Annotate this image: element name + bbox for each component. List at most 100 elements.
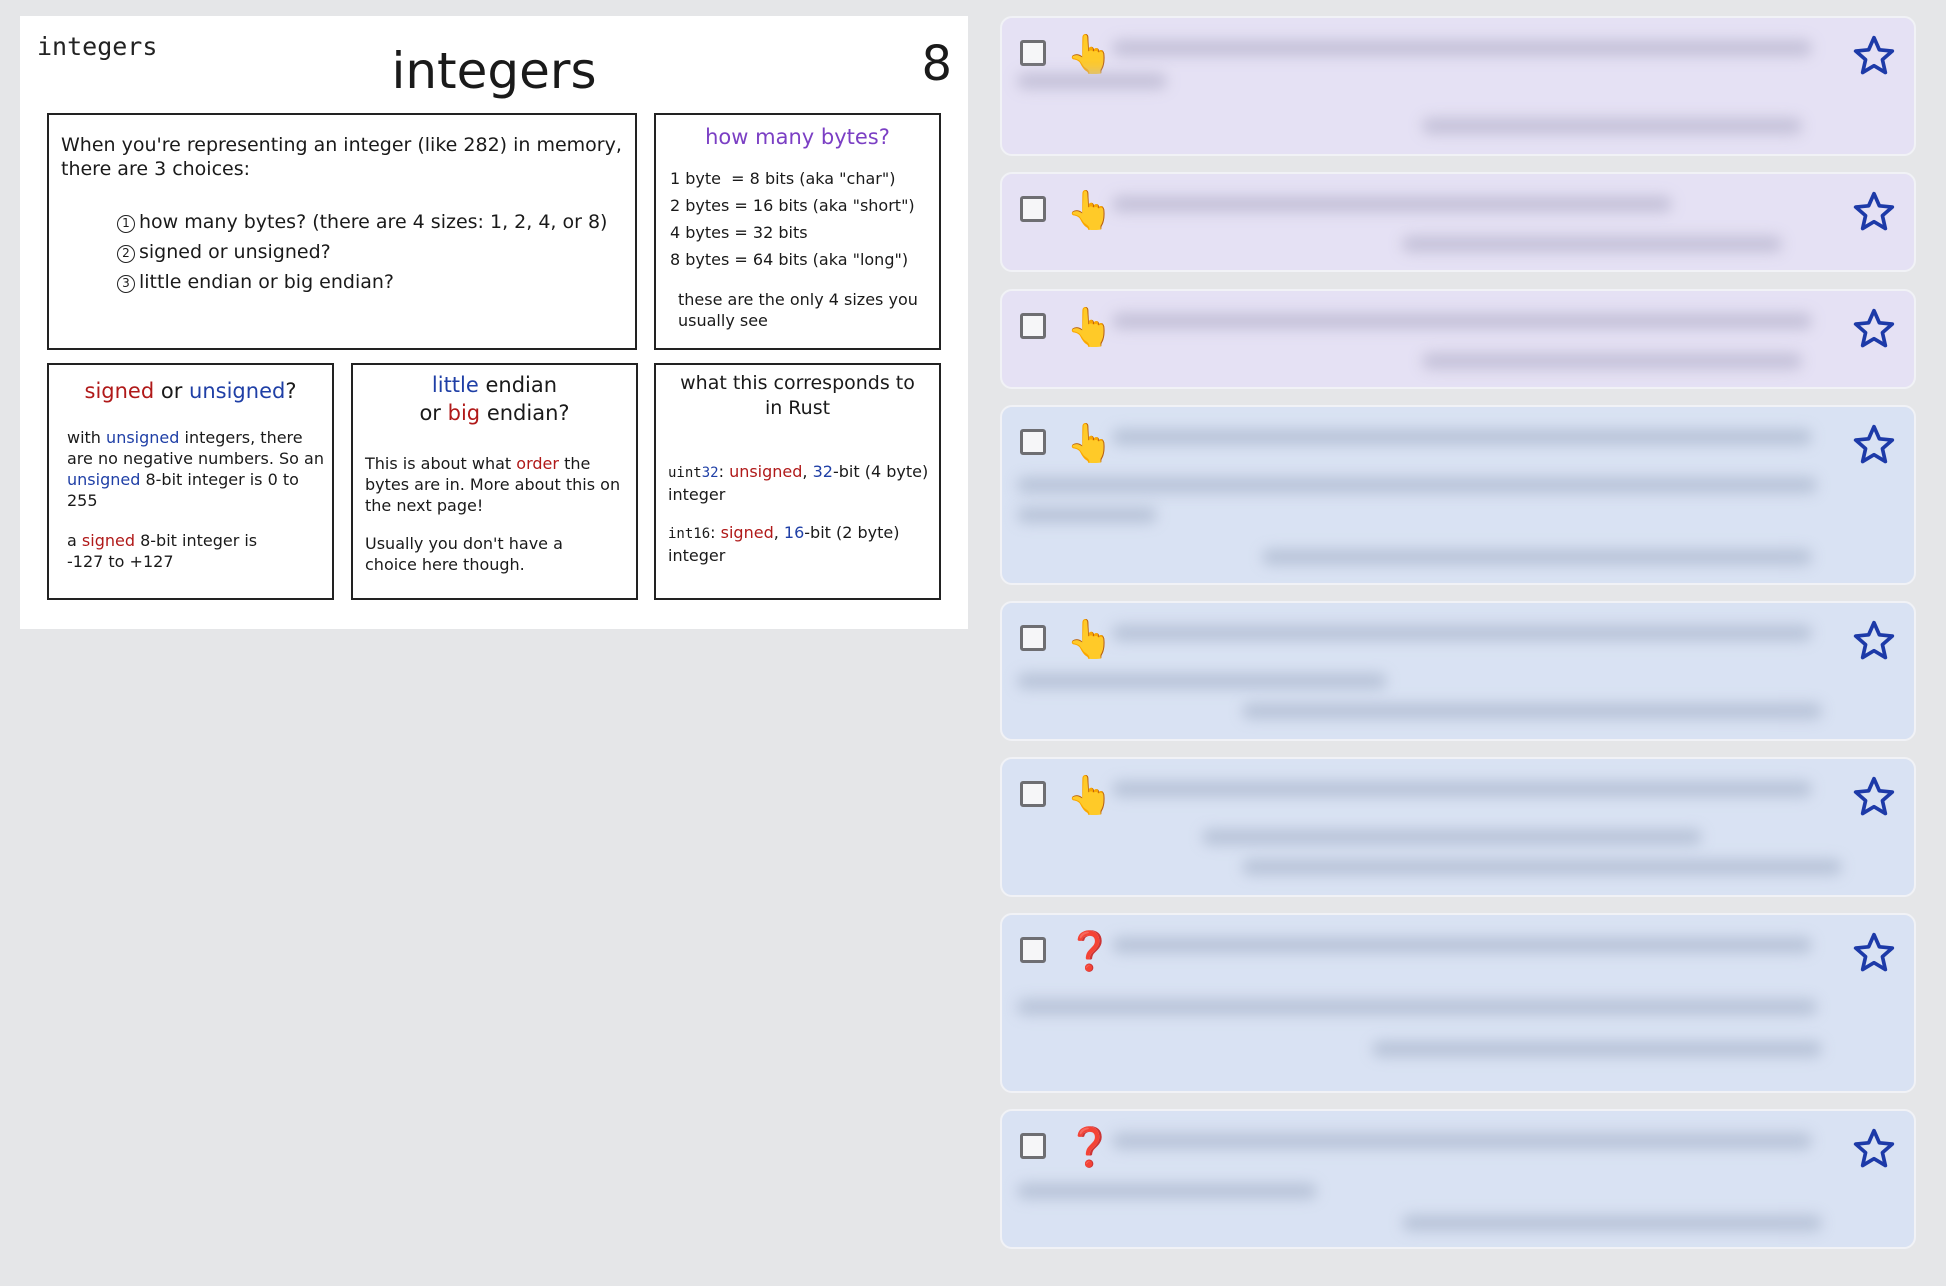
blurred-text — [1402, 1215, 1822, 1231]
card-checkbox[interactable] — [1020, 625, 1046, 651]
star-icon[interactable] — [1852, 34, 1896, 78]
blurred-text — [1017, 73, 1167, 89]
blurred-text — [1112, 937, 1812, 953]
signed-word: signed — [720, 523, 774, 542]
panel-rust: what this corresponds to in Rust uint32:… — [654, 363, 941, 600]
rust-row-uint32: uint32: unsigned, 32-bit (4 byte) intege… — [668, 461, 938, 505]
card-checkbox[interactable] — [1020, 937, 1046, 963]
blurred-text — [1262, 549, 1812, 565]
blurred-text — [1202, 829, 1702, 845]
blurred-text — [1402, 236, 1782, 252]
card-checkbox[interactable] — [1020, 40, 1046, 66]
order-word: order — [516, 454, 559, 473]
endian-word: endian — [485, 373, 558, 397]
card-checkbox[interactable] — [1020, 313, 1046, 339]
unsigned-word: unsigned — [729, 462, 803, 481]
card-checkbox[interactable] — [1020, 781, 1046, 807]
star-icon[interactable] — [1852, 307, 1896, 351]
blurred-text — [1422, 353, 1802, 369]
type-bits: 32 — [701, 465, 719, 481]
flashcard[interactable]: 👆 — [1000, 601, 1916, 741]
comic-image: integers integers 8 When you're represen… — [20, 16, 968, 629]
text-span: : — [710, 523, 716, 542]
star-icon[interactable] — [1852, 931, 1896, 975]
signed-word: signed — [84, 379, 155, 403]
flashcard[interactable]: 👆 — [1000, 172, 1916, 272]
question-mark-icon: ❓ — [1066, 1125, 1114, 1169]
flashcard[interactable]: 👆 — [1000, 16, 1916, 156]
text-span: : — [718, 462, 724, 481]
panel-endian: little endian or big endian? This is abo… — [351, 363, 638, 600]
pointing-hand-icon: 👆 — [1066, 305, 1114, 349]
text-span: , — [802, 462, 808, 481]
pointing-hand-icon: 👆 — [1066, 421, 1114, 465]
blurred-text — [1112, 196, 1672, 212]
blurred-text — [1017, 1183, 1317, 1199]
choice-item: 1 how many bytes? (there are 4 sizes: 1, … — [117, 207, 607, 237]
blurred-text — [1112, 313, 1812, 329]
blurred-text — [1017, 999, 1817, 1015]
bytes-note: these are the only 4 sizes you usually s… — [678, 290, 918, 330]
star-icon[interactable] — [1852, 1127, 1896, 1171]
signed-word: signed — [81, 531, 135, 550]
bytes-row: 4 bytes = 32 bits — [670, 223, 808, 242]
signed-paragraph-2: a signed 8-bit integer is -127 to +127 — [67, 530, 297, 572]
choice-text: signed or unsigned? — [139, 241, 331, 263]
flashcard[interactable]: 👆 — [1000, 405, 1916, 585]
choice-item: 2 signed or unsigned? — [117, 237, 607, 267]
bytes-row: 2 bytes = 16 bits (aka "short") — [670, 196, 915, 215]
signed-title: signed or unsigned? — [49, 377, 332, 405]
flashcard[interactable]: 👆 — [1000, 289, 1916, 389]
blurred-text — [1112, 781, 1812, 797]
text-span: a — [67, 531, 77, 550]
star-icon[interactable] — [1852, 775, 1896, 819]
star-icon[interactable] — [1852, 190, 1896, 234]
bytes-row: 8 bytes = 64 bits (aka "long") — [670, 250, 909, 269]
blurred-text — [1372, 1041, 1822, 1057]
little-word: little — [431, 373, 479, 397]
flashcard[interactable]: 👆 — [1000, 757, 1916, 897]
blurred-text — [1112, 40, 1812, 56]
choice-number: 2 — [117, 245, 135, 263]
or-word: or — [419, 401, 441, 425]
panel-signed: signed or unsigned? with unsigned intege… — [47, 363, 334, 600]
endian-title: little endian or big endian? — [353, 371, 636, 427]
text-span: This is about what — [365, 454, 512, 473]
star-icon[interactable] — [1852, 619, 1896, 663]
panel-bytes: how many bytes? 1 byte = 8 bits (aka "ch… — [654, 113, 941, 350]
blurred-text — [1112, 625, 1812, 641]
choice-number: 1 — [117, 215, 135, 233]
comic-page-number: 8 — [921, 36, 952, 92]
big-word: big — [447, 401, 481, 425]
unsigned-word: unsigned — [189, 379, 286, 403]
blurred-text — [1242, 703, 1822, 719]
flashcard[interactable]: ❓ — [1000, 1109, 1916, 1249]
type-name: int16 — [668, 526, 711, 542]
star-icon[interactable] — [1852, 423, 1896, 467]
choices-list: 1 how many bytes? (there are 4 sizes: 1, … — [117, 207, 607, 297]
signed-paragraph-1: with unsigned integers, there are no neg… — [67, 427, 327, 511]
choice-text: little endian or big endian? — [139, 271, 395, 293]
bytes-list: 1 byte = 8 bits (aka "char") 2 bytes = 1… — [670, 165, 915, 273]
card-checkbox[interactable] — [1020, 429, 1046, 455]
pointing-hand-icon: 👆 — [1066, 773, 1114, 817]
unsigned-word: unsigned — [106, 428, 180, 447]
endian-paragraph-1: This is about what order the bytes are i… — [365, 453, 627, 516]
blurred-text — [1017, 477, 1817, 493]
bits-value: 32 — [812, 462, 833, 481]
type-name: uint — [668, 465, 702, 481]
blurred-text — [1017, 507, 1157, 523]
choice-item: 3 little endian or big endian? — [117, 267, 607, 297]
choice-number: 3 — [117, 275, 135, 293]
card-checkbox[interactable] — [1020, 1133, 1046, 1159]
pointing-hand-icon: 👆 — [1066, 32, 1114, 76]
flashcard[interactable]: ❓ — [1000, 913, 1916, 1093]
text-span: with — [67, 428, 101, 447]
blurred-text — [1112, 429, 1812, 445]
panel-intro: When you're representing an integer (lik… — [47, 113, 637, 350]
bits-value: 16 — [783, 523, 805, 542]
text-span: , — [773, 523, 779, 542]
blurred-text — [1112, 1133, 1812, 1149]
unsigned-word: unsigned — [67, 470, 141, 489]
card-checkbox[interactable] — [1020, 196, 1046, 222]
